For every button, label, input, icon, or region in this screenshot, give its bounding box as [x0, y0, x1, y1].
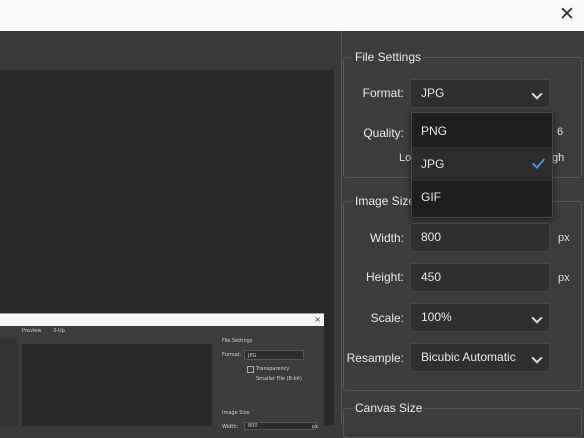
checkmark-icon: [531, 155, 546, 169]
thumbnail-image-size-title: Image Size: [222, 410, 250, 416]
format-option-jpg[interactable]: JPG: [412, 147, 552, 181]
format-select[interactable]: JPG: [410, 79, 550, 108]
width-label: Width:: [369, 231, 404, 245]
quality-value: 6: [557, 126, 564, 138]
thumbnail-width-input: 800: [244, 422, 316, 430]
resample-select[interactable]: Bicubic Automatic: [410, 343, 550, 372]
thumbnail-tab-2up: 2-Up: [53, 328, 65, 334]
thumbnail-sidebar: [0, 338, 18, 426]
file-settings-title: File Settings: [353, 50, 424, 64]
quality-label: Quality:: [363, 126, 404, 140]
preview-image-thumbnail: × Preview 2-Up File Settings Format: JPG…: [0, 313, 324, 430]
thumbnail-close-icon: ×: [314, 315, 321, 324]
thumbnail-tab-preview: Preview: [22, 328, 42, 334]
chevron-down-icon: [531, 312, 543, 324]
scale-label: Scale:: [370, 311, 404, 325]
close-icon[interactable]: ✕: [556, 4, 578, 26]
format-option-jpg-label: JPG: [421, 157, 445, 171]
resample-select-value: Bicubic Automatic: [421, 350, 516, 364]
chevron-down-icon: [531, 88, 543, 100]
resample-label: Resample:: [346, 351, 404, 365]
quality-high-label: gh: [552, 152, 565, 164]
thumbnail-transparency-label: Transparency: [256, 366, 290, 372]
thumbnail-preview: [22, 344, 212, 426]
image-size-title: Image Size: [353, 194, 418, 208]
thumbnail-file-settings-title: File Settings: [222, 338, 253, 344]
canvas-size-title: Canvas Size: [353, 401, 425, 415]
format-option-png-label: PNG: [421, 124, 448, 138]
thumbnail-format-label: Format:: [222, 352, 242, 358]
width-unit: px: [558, 232, 570, 244]
format-option-gif[interactable]: GIF: [412, 180, 552, 214]
thumbnail-settings-panel: File Settings Format: JPG Transparency S…: [218, 336, 324, 430]
format-dropdown-menu: PNG JPG GIF: [411, 112, 553, 218]
chevron-down-icon: [531, 352, 543, 364]
thumbnail-tabs: Preview 2-Up: [22, 328, 75, 334]
format-label: Format:: [362, 86, 404, 100]
dialog-titlebar: ✕: [0, 0, 584, 32]
thumbnail-transparency-checkbox: [247, 366, 254, 373]
format-option-png[interactable]: PNG: [412, 114, 552, 148]
thumbnail-smaller-file-label: Smaller File (8-bit): [256, 376, 302, 382]
quality-low-label: Lo: [399, 152, 412, 164]
thumbnail-format-select: JPG: [244, 350, 304, 360]
scale-select-value: 100%: [421, 310, 452, 324]
format-select-value: JPG: [421, 86, 445, 100]
height-label: Height:: [365, 270, 404, 284]
width-input[interactable]: 800: [410, 223, 550, 252]
height-unit: px: [558, 272, 570, 284]
format-option-gif-label: GIF: [421, 190, 441, 204]
thumbnail-titlebar: ×: [0, 314, 324, 326]
scale-select[interactable]: 100%: [410, 303, 550, 332]
height-input[interactable]: 450: [410, 263, 550, 292]
